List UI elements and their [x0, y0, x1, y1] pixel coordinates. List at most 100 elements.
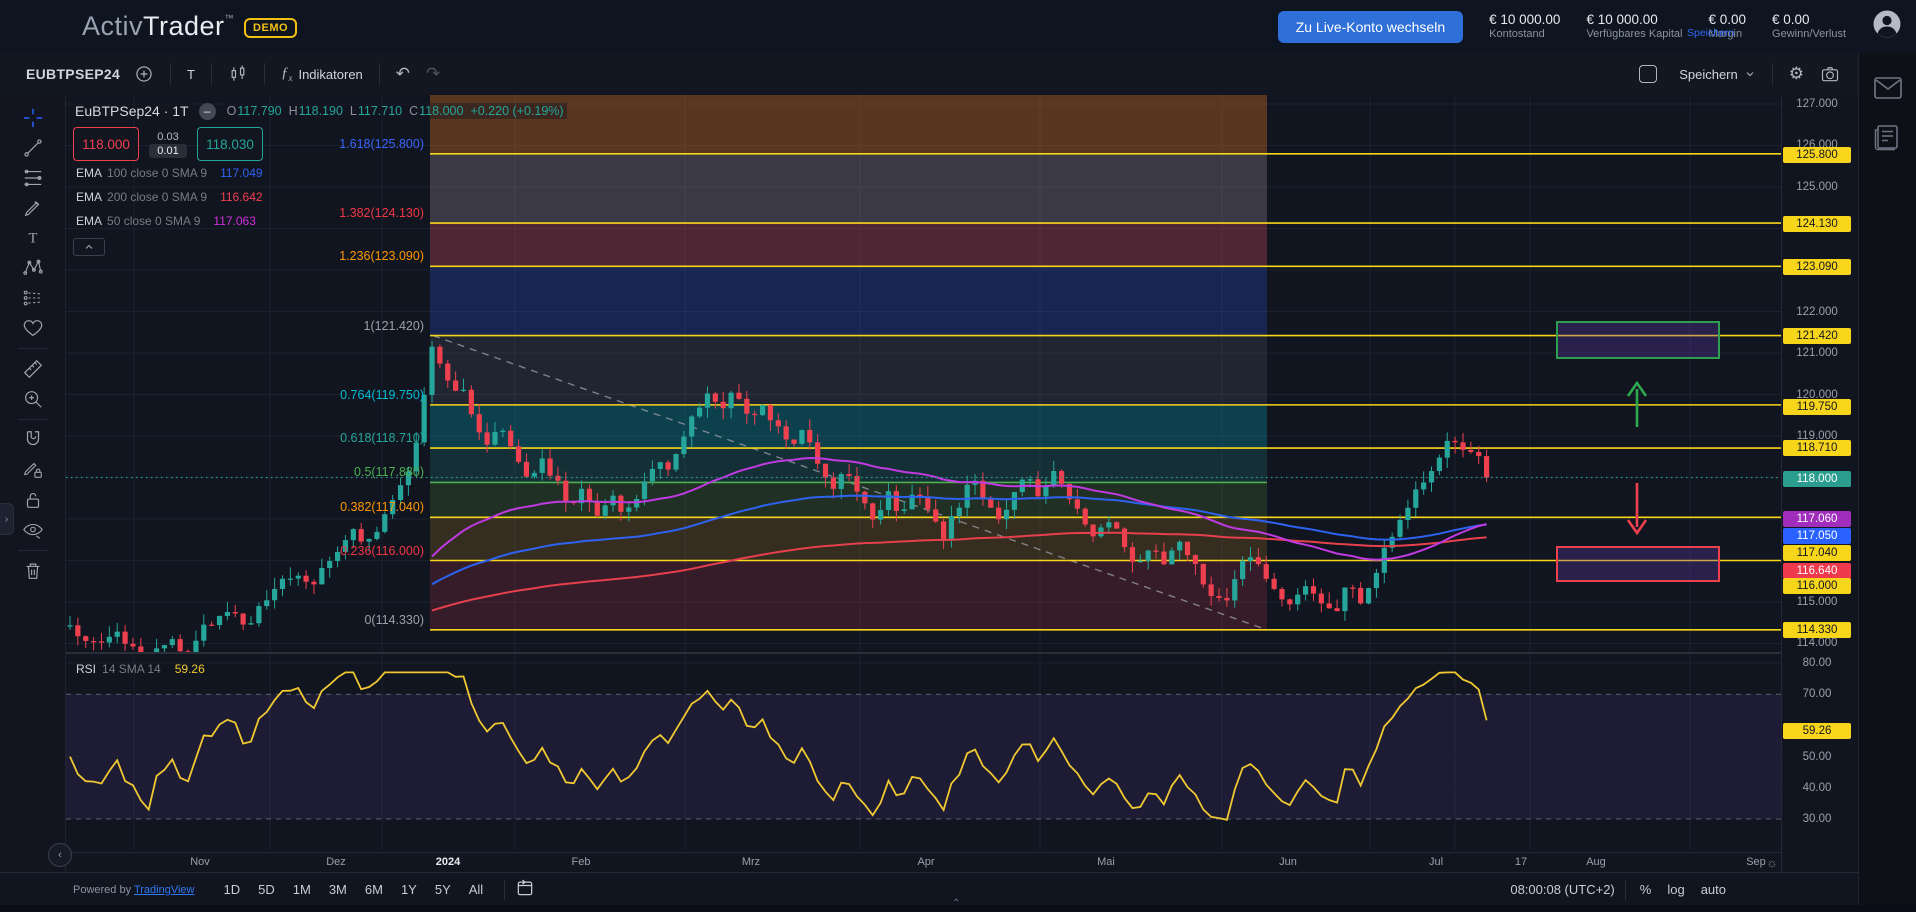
activtrader-logo: ActivTrader™ DEMO — [82, 11, 297, 42]
lock-icon — [22, 489, 44, 511]
interval-button[interactable]: T — [179, 63, 203, 86]
scale-button-log[interactable]: log — [1663, 880, 1688, 899]
price-axis-badge: 125.800 — [1783, 147, 1851, 163]
buy-button[interactable]: 118.030 — [197, 127, 263, 161]
news-button[interactable] — [1873, 123, 1903, 156]
chart-settings-button[interactable]: ⚙ — [1781, 60, 1812, 88]
fib-level-label: 0.5(117.880) — [66, 464, 424, 480]
icons-emoji-tool[interactable] — [16, 313, 50, 343]
stay-in-drawing-mode-tool[interactable] — [16, 455, 50, 485]
forecast-tool[interactable] — [16, 283, 50, 313]
range-button-1y[interactable]: 1Y — [394, 879, 424, 900]
price-axis-label: 121.000 — [1782, 347, 1852, 359]
price-axis-badge: 124.130 — [1783, 216, 1851, 232]
magnet-mode-tool[interactable] — [16, 425, 50, 455]
measure-tool[interactable] — [16, 354, 50, 384]
fib-lines-icon — [22, 167, 44, 189]
calendar-arrow-icon — [515, 878, 535, 898]
indicator-legend-row[interactable]: EMA100 close 0 SMA 9117.049 — [73, 161, 266, 185]
indicators-button[interactable]: ƒx Indikatoren — [273, 61, 371, 87]
logo-text-trader: Trader — [143, 11, 225, 42]
scroll-left-button[interactable]: ‹ — [48, 843, 72, 867]
session-clock[interactable]: 08:00:08 (UTC+2) — [1510, 882, 1614, 897]
text-tool[interactable]: T — [16, 223, 50, 253]
magnet-icon — [22, 429, 44, 451]
price-zone-rectangle-1[interactable] — [1557, 547, 1719, 581]
legend-collapse-button[interactable] — [73, 238, 105, 256]
price-axis-label: 125.000 — [1782, 181, 1852, 193]
trash-icon — [22, 560, 44, 582]
avatar[interactable] — [1872, 9, 1902, 44]
time-tick: Jun — [1279, 856, 1297, 868]
switch-to-live-account-button[interactable]: Zu Live-Konto wechseln — [1278, 11, 1463, 43]
indicator-legend-rows: EMA100 close 0 SMA 9117.049EMA200 close … — [73, 161, 567, 233]
range-button-5d[interactable]: 5D — [251, 879, 282, 900]
direction-arrow-down[interactable] — [1628, 483, 1646, 533]
indicator-legend-row[interactable]: EMA50 close 0 SMA 9117.063 — [73, 209, 259, 233]
stat-value: € 10 000.00 — [1489, 12, 1560, 28]
stat-label: Kontostand — [1489, 28, 1560, 41]
time-axis-settings-icon[interactable]: ☼ — [1766, 855, 1778, 870]
range-button-3m[interactable]: 3M — [322, 879, 354, 900]
symbol-legend-title[interactable]: EuBTPSep24 · 1T — [73, 102, 191, 120]
range-button-1d[interactable]: 1D — [217, 879, 248, 900]
price-axis-badge: 118.710 — [1783, 440, 1851, 456]
rsi-axis-label: 70.00 — [1782, 688, 1852, 700]
toolbar-separator — [379, 63, 380, 85]
indicator-value: 117.049 — [220, 166, 263, 180]
trade-buttons: 118.000 0.03 0.01 118.030 — [73, 127, 567, 161]
price-zone-rectangle-0[interactable] — [1557, 322, 1719, 358]
indicator-legend-row[interactable]: EMA200 close 0 SMA 9116.642 — [73, 185, 266, 209]
time-axis[interactable]: ‹ ☼ NovDez2024FebMrzAprMaiJunJul17AugSep — [66, 852, 1781, 873]
rsi-indicator-legend[interactable]: RSI 14 SMA 14 59.26 — [73, 661, 208, 677]
chart-area[interactable]: EuBTPSep24 · 1T – O117.790H118.190L117.7… — [66, 95, 1781, 852]
hide-all-drawings-tool[interactable] — [16, 515, 50, 545]
range-button-6m[interactable]: 6M — [358, 879, 390, 900]
symbol-search-button[interactable]: EUBTPSEP24 — [18, 62, 126, 86]
sell-button[interactable]: 118.000 — [73, 127, 139, 161]
chart-type-button[interactable] — [220, 60, 256, 88]
lock-all-drawings-tool[interactable] — [16, 485, 50, 515]
trademark-symbol: ™ — [225, 13, 235, 23]
scale-button-auto[interactable]: auto — [1697, 880, 1730, 899]
price-axis[interactable]: 127.000126.000125.000122.000121.000120.0… — [1781, 95, 1859, 872]
go-to-date-button[interactable] — [515, 878, 535, 901]
footer-chevron-up-icon[interactable]: ⌃ — [952, 898, 960, 909]
bottom-separator — [504, 880, 505, 900]
crosshair-tool[interactable] — [16, 103, 50, 133]
logo-text-activ: Activ — [82, 11, 143, 42]
price-axis-badge: 119.750 — [1783, 399, 1851, 415]
scale-button-%[interactable]: % — [1636, 880, 1656, 899]
tradingview-link[interactable]: TradingView — [134, 884, 195, 896]
ohlc-value: 118.000 — [419, 104, 463, 118]
pattern-xabcd-tool[interactable] — [16, 253, 50, 283]
ohlc-value: 117.790 — [237, 104, 281, 118]
trend-line-tool[interactable] — [16, 133, 50, 163]
screenshot-button[interactable] — [1812, 60, 1848, 88]
watchlist-expand-handle[interactable]: › — [0, 503, 14, 535]
ohlc-letter: L — [350, 104, 357, 118]
zoom-in-tool[interactable] — [16, 384, 50, 414]
redo-button[interactable]: ↷ — [418, 60, 448, 88]
brush-tool[interactable] — [16, 193, 50, 223]
indicator-params: 100 close 0 SMA 9 — [107, 166, 207, 180]
range-button-5y[interactable]: 5Y — [428, 879, 458, 900]
range-button-all[interactable]: All — [462, 879, 490, 900]
save-layout-button[interactable]: Speichern — [1671, 63, 1764, 86]
range-button-1m[interactable]: 1M — [286, 879, 318, 900]
account-stat: € 10 000.00Verfügbares Kapital — [1586, 12, 1682, 41]
ohlc-values: O117.790H118.190L117.710C118.000+0.220 (… — [224, 103, 567, 119]
undo-button[interactable]: ↶ — [388, 60, 418, 88]
rsi-params: 14 SMA 14 — [102, 662, 161, 676]
svg-text:T: T — [28, 231, 37, 247]
messages-button[interactable] — [1873, 75, 1903, 106]
legend-collapse-circle-button[interactable]: – — [199, 103, 216, 120]
fib-retracement-tool[interactable] — [16, 163, 50, 193]
spread-value-bottom: 0.01 — [149, 144, 186, 158]
layout-checkbox[interactable] — [1639, 65, 1657, 83]
fib-level-label: 0.236(116.000) — [66, 543, 424, 559]
remove-drawings-tool[interactable] — [16, 556, 50, 586]
save-label: Speichern — [1679, 67, 1738, 82]
fib-level-label: 0.618(118.710) — [66, 430, 424, 446]
compare-add-symbol-button[interactable] — [126, 60, 162, 88]
